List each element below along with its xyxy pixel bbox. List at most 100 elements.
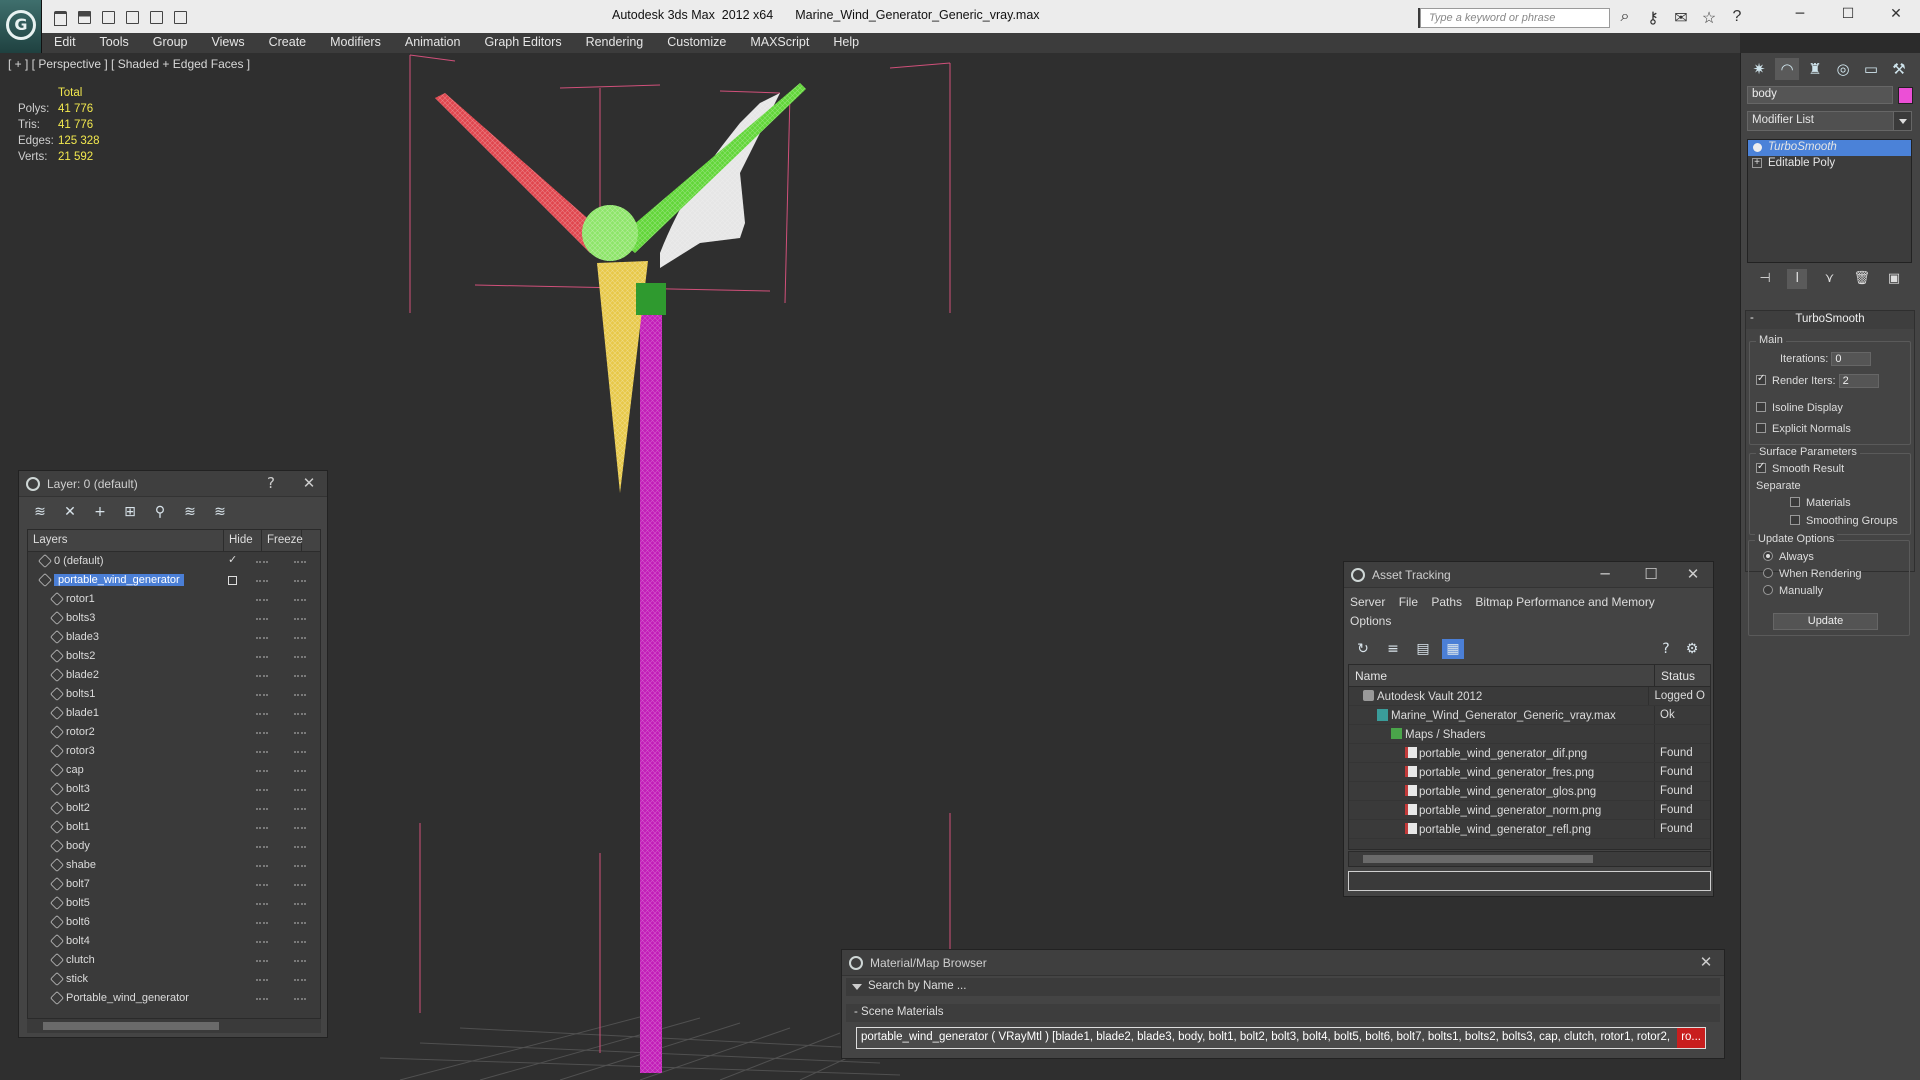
freeze-toggle[interactable] xyxy=(294,789,306,791)
hide-toggle[interactable] xyxy=(256,865,268,867)
refresh-icon[interactable]: ↻ xyxy=(1352,639,1374,659)
layer-row[interactable]: bolt7 xyxy=(28,875,320,894)
stack-item-turbosmooth[interactable]: TurboSmooth xyxy=(1748,140,1911,156)
layer-row[interactable]: bolt6 xyxy=(28,913,320,932)
materials-checkbox[interactable] xyxy=(1790,497,1800,507)
update-button[interactable]: Update xyxy=(1773,613,1878,630)
asset-path-field[interactable] xyxy=(1348,871,1711,891)
layer-row[interactable]: bolt1 xyxy=(28,818,320,837)
asset-row[interactable]: portable_wind_generator_glos.png Found xyxy=(1349,782,1710,801)
smoothing-groups-checkbox[interactable] xyxy=(1790,515,1800,525)
scene-materials-section[interactable]: - Scene Materials xyxy=(846,1004,1720,1022)
delete-layer-icon[interactable]: ✕ xyxy=(59,502,81,522)
help-icon[interactable]: ? xyxy=(1726,8,1748,28)
hide-toggle[interactable] xyxy=(256,675,268,677)
select-objects-icon[interactable]: ⊞ xyxy=(119,502,141,522)
always-radio[interactable] xyxy=(1763,551,1773,561)
layer-row[interactable]: Portable_wind_generator xyxy=(28,989,320,1008)
layer-row[interactable]: stick xyxy=(28,970,320,989)
column-freeze[interactable]: Freeze xyxy=(262,530,303,551)
undo-icon[interactable] xyxy=(96,6,118,26)
object-color-swatch[interactable] xyxy=(1898,87,1913,104)
hide-toggle[interactable] xyxy=(256,618,268,620)
freeze-all-icon[interactable]: ≋ xyxy=(209,502,231,522)
asset-menu-options[interactable]: Options xyxy=(1350,614,1391,628)
isoline-checkbox[interactable] xyxy=(1756,402,1766,412)
freeze-toggle[interactable] xyxy=(294,827,306,829)
remove-modifier-icon[interactable]: 🗑 xyxy=(1852,269,1872,289)
layer-row[interactable]: 0 (default) ✓ xyxy=(28,552,320,571)
iterations-spinner[interactable]: 0 xyxy=(1831,352,1872,366)
freeze-toggle[interactable] xyxy=(294,580,306,582)
asset-row[interactable]: portable_wind_generator_fres.png Found xyxy=(1349,763,1710,782)
layer-row[interactable]: rotor1 xyxy=(28,590,320,609)
layer-row[interactable]: bolts3 xyxy=(28,609,320,628)
open-file-icon[interactable] xyxy=(48,6,70,26)
hide-toggle[interactable] xyxy=(256,599,268,601)
freeze-toggle[interactable] xyxy=(294,960,306,962)
hide-toggle[interactable] xyxy=(256,637,268,639)
layer-row[interactable]: blade1 xyxy=(28,704,320,723)
hide-toggle[interactable] xyxy=(256,751,268,753)
maximize-icon[interactable]: ☐ xyxy=(1824,0,1872,30)
hide-toggle[interactable] xyxy=(256,808,268,810)
freeze-toggle[interactable] xyxy=(294,808,306,810)
layer-row[interactable]: bolts2 xyxy=(28,647,320,666)
hide-toggle[interactable] xyxy=(256,770,268,772)
configure-sets-icon[interactable]: ▣ xyxy=(1884,269,1904,289)
freeze-toggle[interactable] xyxy=(294,561,306,563)
freeze-toggle[interactable] xyxy=(294,770,306,772)
layer-row[interactable]: rotor2 xyxy=(28,723,320,742)
freeze-toggle[interactable] xyxy=(294,884,306,886)
material-entry[interactable]: portable_wind_generator ( VRayMtl ) [bla… xyxy=(856,1027,1706,1049)
close-icon[interactable]: ✕ xyxy=(297,474,321,494)
hide-toggle[interactable] xyxy=(256,656,268,658)
asset-row[interactable]: portable_wind_generator_norm.png Found xyxy=(1349,801,1710,820)
layer-row[interactable]: rotor3 xyxy=(28,742,320,761)
menu-graph-editors[interactable]: Graph Editors xyxy=(472,33,573,53)
layer-horizontal-scrollbar[interactable] xyxy=(27,1019,321,1033)
smooth-result-checkbox[interactable] xyxy=(1756,461,1766,473)
layer-row[interactable]: clutch xyxy=(28,951,320,970)
help-button[interactable]: ? xyxy=(259,474,283,494)
hide-toggle[interactable] xyxy=(256,580,268,582)
hide-toggle[interactable] xyxy=(256,979,268,981)
display-tab-icon[interactable]: ▭ xyxy=(1859,58,1883,80)
manually-radio[interactable] xyxy=(1763,585,1773,595)
menu-help[interactable]: Help xyxy=(821,33,871,53)
menu-group[interactable]: Group xyxy=(141,33,200,53)
menu-views[interactable]: Views xyxy=(199,33,256,53)
menu-create[interactable]: Create xyxy=(257,33,319,53)
highlight-selected-icon[interactable]: ⚲ xyxy=(149,502,171,522)
menu-animation[interactable]: Animation xyxy=(393,33,473,53)
create-tab-icon[interactable]: ✷ xyxy=(1747,58,1771,80)
hide-toggle[interactable] xyxy=(256,846,268,848)
column-hide[interactable]: Hide xyxy=(224,530,262,551)
freeze-toggle[interactable] xyxy=(294,846,306,848)
expand-icon[interactable]: + xyxy=(1752,158,1762,168)
hide-toggle[interactable] xyxy=(256,732,268,734)
communication-icon[interactable]: ✉ xyxy=(1670,8,1692,28)
lightbulb-icon[interactable] xyxy=(1753,143,1762,152)
asset-row[interactable]: portable_wind_generator_dif.png Found xyxy=(1349,744,1710,763)
freeze-toggle[interactable] xyxy=(294,941,306,943)
set-current-box-icon[interactable] xyxy=(228,576,237,585)
binoculars-icon[interactable]: ⌕ xyxy=(1614,8,1636,28)
hierarchy-tab-icon[interactable]: ♜ xyxy=(1803,58,1827,80)
hide-toggle[interactable] xyxy=(256,998,268,1000)
material-search-input[interactable]: Search by Name ... xyxy=(846,978,1720,996)
column-name[interactable]: Name xyxy=(1349,665,1655,686)
hide-toggle[interactable] xyxy=(256,960,268,962)
material-window-titlebar[interactable]: Material/Map Browser ✕ xyxy=(842,950,1724,976)
add-to-layer-icon[interactable]: + xyxy=(89,502,111,522)
pin-stack-icon[interactable]: ⊣ xyxy=(1755,269,1775,289)
table-view-icon[interactable]: ▦ xyxy=(1442,639,1464,659)
freeze-toggle[interactable] xyxy=(294,694,306,696)
layer-row[interactable]: bolts1 xyxy=(28,685,320,704)
motion-tab-icon[interactable]: ◎ xyxy=(1831,58,1855,80)
freeze-toggle[interactable] xyxy=(294,732,306,734)
hide-toggle[interactable] xyxy=(256,694,268,696)
menu-modifiers[interactable]: Modifiers xyxy=(318,33,393,53)
when-rendering-radio[interactable] xyxy=(1763,568,1773,578)
hide-toggle[interactable] xyxy=(256,561,268,563)
